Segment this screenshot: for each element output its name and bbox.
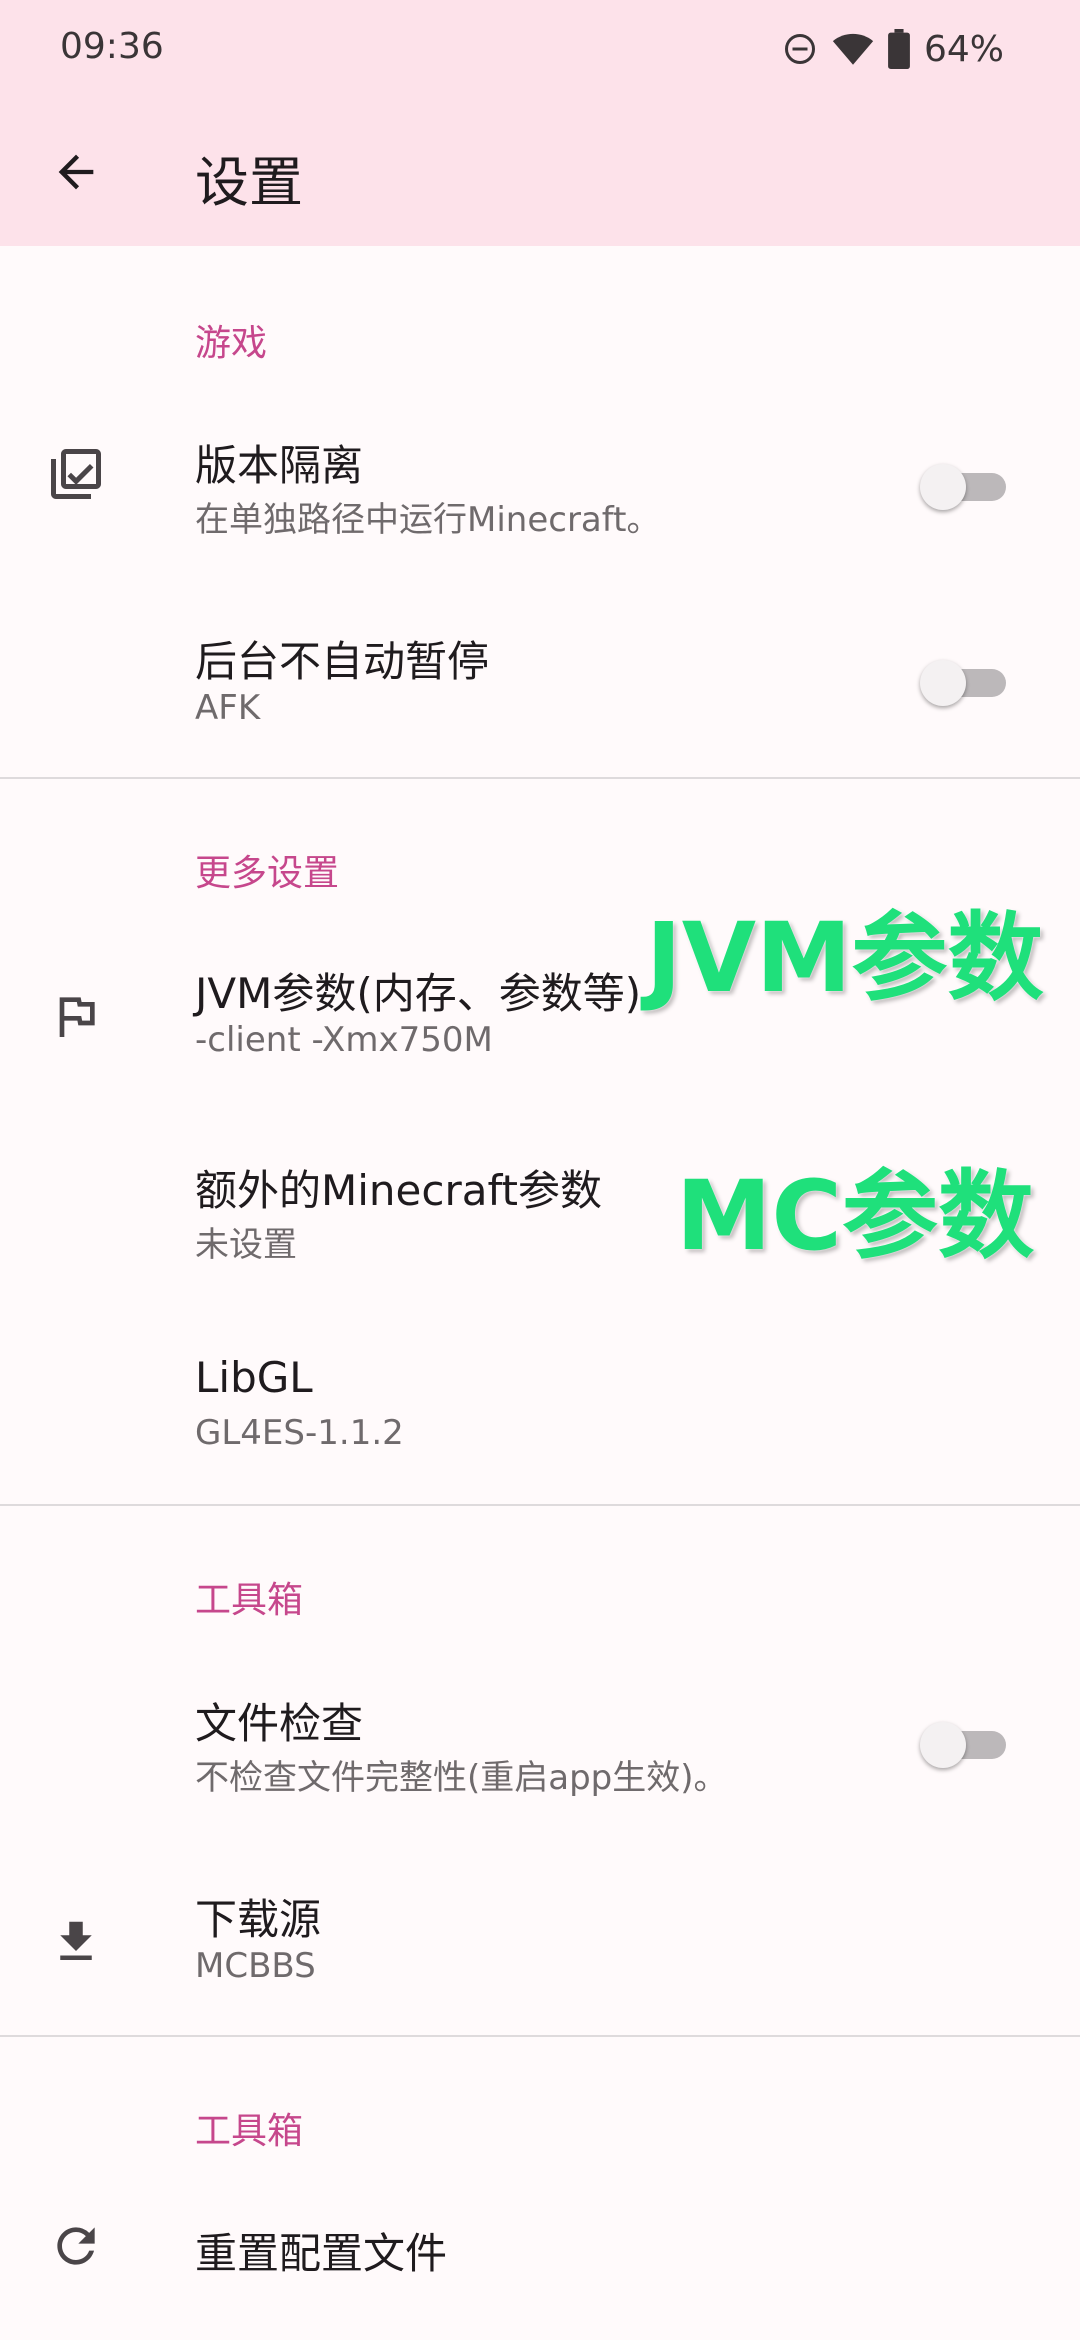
section-title-more-settings: 更多设置 bbox=[195, 853, 340, 894]
pref-title: 下载源 bbox=[195, 1895, 322, 1944]
afk-switch[interactable] bbox=[920, 660, 1006, 706]
arrow-back-icon bbox=[58, 154, 94, 190]
pref-title: 版本隔离 bbox=[195, 441, 364, 490]
status-icons: 64% bbox=[782, 24, 1004, 74]
wifi-icon bbox=[832, 33, 874, 65]
page-title: 设置 bbox=[195, 151, 303, 214]
pref-libgl[interactable]: LibGL GL4ES-1.1.2 bbox=[0, 1343, 1080, 1473]
status-bar: 09:36 64% bbox=[0, 0, 1080, 100]
divider bbox=[0, 2035, 1080, 2037]
pref-title: LibGL bbox=[195, 1353, 313, 1402]
pref-title: 文件检查 bbox=[195, 1699, 364, 1748]
app-bar: 设置 bbox=[0, 100, 1080, 246]
pref-summary: 在单独路径中运行Minecraft。 bbox=[195, 500, 661, 540]
divider bbox=[0, 777, 1080, 779]
pref-reset-config[interactable]: 重置配置文件 bbox=[0, 2200, 1080, 2300]
pref-afk[interactable]: 后台不自动暂停 AFK bbox=[0, 618, 1080, 748]
file-check-switch[interactable] bbox=[920, 1722, 1006, 1768]
pref-summary: 未设置 bbox=[195, 1225, 297, 1265]
flag-icon bbox=[44, 984, 108, 1048]
pref-title: 额外的Minecraft参数 bbox=[195, 1166, 602, 1215]
download-icon bbox=[44, 1910, 108, 1974]
section-title-game: 游戏 bbox=[195, 323, 268, 364]
pref-summary: MCBBS bbox=[195, 1946, 316, 1986]
refresh-icon bbox=[44, 2214, 108, 2278]
back-button[interactable] bbox=[40, 136, 112, 208]
status-time: 09:36 bbox=[60, 26, 164, 67]
library-check-icon bbox=[44, 442, 108, 506]
overlay-label-mc: MC参数 bbox=[676, 1160, 1034, 1272]
pref-title: 后台不自动暂停 bbox=[195, 637, 490, 686]
version-isolation-switch[interactable] bbox=[920, 464, 1006, 510]
pref-download-source[interactable]: 下载源 MCBBS bbox=[0, 1876, 1080, 2006]
pref-summary: 不检查文件完整性(重启app生效)。 bbox=[195, 1758, 728, 1798]
pref-summary: GL4ES-1.1.2 bbox=[195, 1413, 404, 1453]
overlay-label-jvm: JVM参数 bbox=[646, 902, 1044, 1014]
battery-icon bbox=[888, 29, 910, 69]
divider bbox=[0, 1504, 1080, 1506]
pref-version-isolation[interactable]: 版本隔离 在单独路径中运行Minecraft。 bbox=[0, 420, 1080, 550]
pref-file-check[interactable]: 文件检查 不检查文件完整性(重启app生效)。 bbox=[0, 1680, 1080, 1810]
pref-summary: AFK bbox=[195, 688, 261, 728]
section-title-toolbox-2: 工具箱 bbox=[195, 2111, 304, 2152]
pref-summary: -client -Xmx750M bbox=[195, 1020, 493, 1060]
do-not-disturb-icon bbox=[784, 34, 815, 64]
section-title-toolbox: 工具箱 bbox=[195, 1580, 304, 1621]
battery-percent: 64% bbox=[923, 28, 1004, 70]
pref-title: JVM参数(内存、参数等) bbox=[195, 969, 642, 1018]
pref-title: 重置配置文件 bbox=[195, 2229, 448, 2278]
